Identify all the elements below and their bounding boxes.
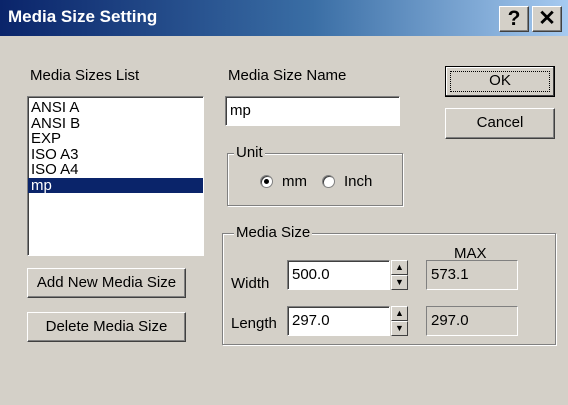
list-item-iso-a4[interactable]: ISO A4: [28, 162, 203, 178]
close-button[interactable]: ✕: [532, 6, 562, 32]
close-icon: ✕: [538, 7, 556, 30]
length-spinner[interactable]: ▲ ▼: [391, 306, 408, 336]
width-spin-down-icon[interactable]: ▼: [391, 275, 408, 290]
list-item-mp-selected[interactable]: mp: [28, 177, 203, 193]
max-width-value: 573.1: [426, 260, 518, 290]
unit-mm-radio[interactable]: [260, 175, 273, 188]
media-sizes-list-label: Media Sizes List: [30, 67, 140, 84]
media-sizes-list[interactable]: ANSI A ANSI B EXP ISO A3 ISO A4 mp: [27, 96, 204, 256]
add-new-media-size-button[interactable]: Add New Media Size: [27, 268, 186, 298]
list-item-exp[interactable]: EXP: [28, 131, 203, 147]
length-spin-down-icon[interactable]: ▼: [391, 321, 408, 336]
width-spinner[interactable]: ▲ ▼: [391, 260, 408, 290]
width-spin-up-icon[interactable]: ▲: [391, 260, 408, 275]
unit-inch-label[interactable]: Inch: [344, 173, 372, 190]
help-icon: ?: [507, 7, 521, 30]
unit-legend: Unit: [234, 144, 265, 161]
length-input[interactable]: 297.0: [287, 306, 390, 336]
width-input[interactable]: 500.0: [287, 260, 390, 290]
cancel-button[interactable]: Cancel: [445, 108, 555, 139]
media-size-name-input[interactable]: mp: [225, 96, 400, 126]
ok-button[interactable]: OK: [445, 66, 555, 97]
radio-selected-dot: [264, 179, 269, 184]
list-item-ansi-a[interactable]: ANSI A: [28, 100, 203, 116]
width-label: Width: [231, 275, 270, 292]
delete-media-size-button[interactable]: Delete Media Size: [27, 312, 186, 342]
help-button[interactable]: ?: [499, 6, 529, 32]
unit-mm-label[interactable]: mm: [282, 173, 307, 190]
max-length-value: 297.0: [426, 306, 518, 336]
title-bar: Media Size Setting ? ✕: [0, 0, 568, 36]
media-size-legend: Media Size: [234, 224, 313, 241]
window-title: Media Size Setting: [8, 7, 158, 26]
length-spin-up-icon[interactable]: ▲: [391, 306, 408, 321]
unit-inch-radio[interactable]: [322, 175, 335, 188]
list-item-ansi-b[interactable]: ANSI B: [28, 115, 203, 132]
list-item-iso-a3[interactable]: ISO A3: [28, 146, 203, 163]
length-label: Length: [231, 315, 277, 332]
focus-rect: [450, 71, 550, 92]
media-size-name-label: Media Size Name: [228, 67, 347, 84]
